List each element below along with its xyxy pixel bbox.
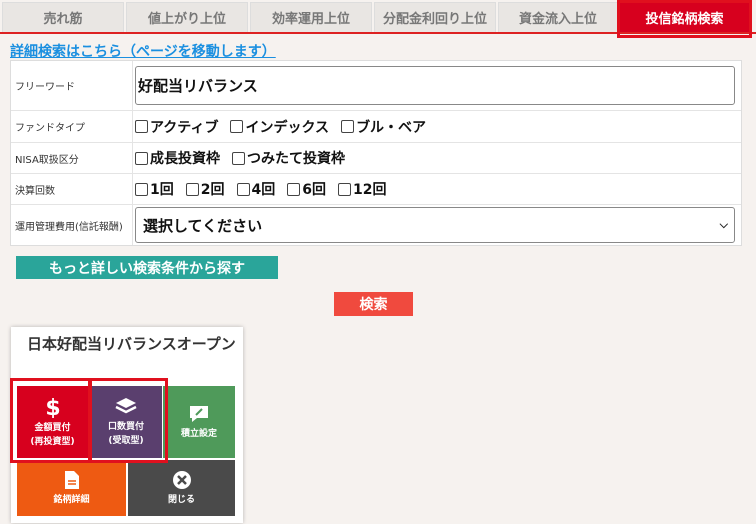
checkbox-bull-bear[interactable]: ブル・ベア <box>341 117 426 137</box>
checkbox-growth[interactable]: 成長投資枠 <box>135 148 220 168</box>
units-purchase-button[interactable]: 口数買付 (受取型) <box>90 386 162 458</box>
checkbox-icon <box>232 151 245 165</box>
close-icon <box>172 470 191 489</box>
checkbox-icon <box>341 120 355 133</box>
accumulation-setting-button[interactable]: 積立設定 <box>163 386 235 458</box>
fund-type-row: ファンドタイプ アクティブ インデックス ブル・ベア <box>11 111 741 143</box>
checkbox-1[interactable]: 1回 <box>135 179 174 199</box>
checkbox-icon <box>236 182 250 196</box>
checkbox-index[interactable]: インデックス <box>230 117 329 137</box>
checkbox-2[interactable]: 2回 <box>185 179 225 199</box>
amount-purchase-button[interactable]: $ 金額買付 (再投資型) <box>17 386 88 458</box>
edit-icon <box>190 405 208 422</box>
checkbox-12[interactable]: 12回 <box>338 179 386 199</box>
cost-select[interactable]: 選択してください ⌵ <box>135 207 735 243</box>
cost-row: 運用管理費用(信託報酬) 選択してください ⌵ <box>11 205 741 245</box>
fund-name: 日本好配当リバランスオープン <box>27 335 236 353</box>
tab-best-sellers[interactable]: 売れ筋 <box>2 2 124 32</box>
dollar-icon: $ <box>45 396 60 418</box>
cost-label: 運用管理費用(信託報酬) <box>11 205 133 245</box>
tab-inflow[interactable]: 資金流入上位 <box>498 2 618 32</box>
checkbox-icon <box>338 182 351 196</box>
checkbox-icon <box>135 151 148 165</box>
svg-text:$: $ <box>45 396 60 418</box>
tab-yield[interactable]: 分配金利回り上位 <box>374 2 496 32</box>
freeword-input[interactable] <box>135 66 735 105</box>
freeword-label: フリーワード <box>11 61 133 110</box>
tab-bar: 売れ筋 値上がり上位 効率運用上位 分配金利回り上位 資金流入上位 投信銘柄検索 <box>0 0 756 34</box>
chevron-down-icon: ⌵ <box>719 218 728 231</box>
tab-efficiency[interactable]: 効率運用上位 <box>250 2 372 32</box>
checkbox-4[interactable]: 4回 <box>236 179 275 199</box>
settlement-row: 決算回数 1回 2回 4回 6回 12回 <box>11 174 741 205</box>
checkbox-icon <box>287 182 301 196</box>
checkbox-icon <box>185 182 199 196</box>
checkbox-6[interactable]: 6回 <box>287 179 326 199</box>
tab-top-gainers[interactable]: 値上がり上位 <box>126 2 248 32</box>
nisa-label: NISA取扱区分 <box>11 143 133 173</box>
checkbox-icon <box>135 182 148 196</box>
close-button[interactable]: 閉じる <box>128 460 235 516</box>
document-icon <box>64 470 79 489</box>
detail-search-link[interactable]: 詳細検索はこちら（ページを移動します） <box>10 41 276 61</box>
layers-icon <box>115 397 137 413</box>
checkbox-icon <box>230 120 244 133</box>
settlement-label: 決算回数 <box>11 174 133 204</box>
more-conditions-button[interactable]: もっと詳しい検索条件から探す <box>16 256 278 279</box>
search-form: フリーワード ファンドタイプ アクティブ インデックス ブル・ベア NISA取扱… <box>10 60 742 246</box>
fund-details-button[interactable]: 銘柄詳細 <box>17 460 126 516</box>
tab-fund-search[interactable]: 投信銘柄検索 <box>620 2 749 32</box>
checkbox-tsumitate[interactable]: つみたて投資枠 <box>232 148 345 168</box>
nisa-row: NISA取扱区分 成長投資枠 つみたて投資枠 <box>11 143 741 174</box>
fund-type-label: ファンドタイプ <box>11 111 133 142</box>
checkbox-active[interactable]: アクティブ <box>135 117 218 137</box>
search-button[interactable]: 検索 <box>334 292 413 316</box>
checkbox-icon <box>135 120 148 133</box>
freeword-row: フリーワード <box>11 61 741 111</box>
